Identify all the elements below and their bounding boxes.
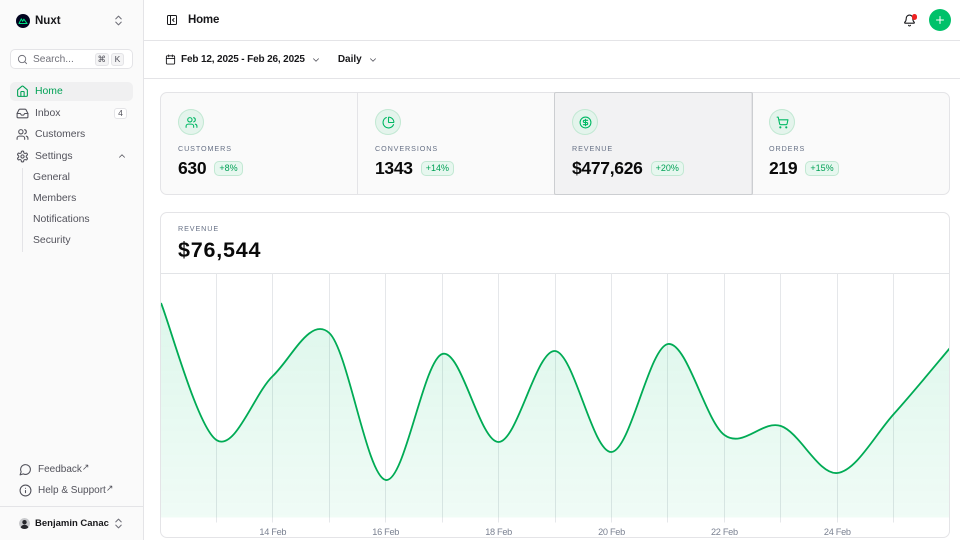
svg-text:18 Feb: 18 Feb bbox=[485, 527, 512, 537]
svg-text:14 Feb: 14 Feb bbox=[259, 527, 286, 537]
svg-text:20 Feb: 20 Feb bbox=[598, 527, 625, 537]
svg-text:16 Feb: 16 Feb bbox=[372, 527, 399, 537]
svg-text:22 Feb: 22 Feb bbox=[711, 527, 738, 537]
svg-text:24 Feb: 24 Feb bbox=[824, 527, 851, 537]
